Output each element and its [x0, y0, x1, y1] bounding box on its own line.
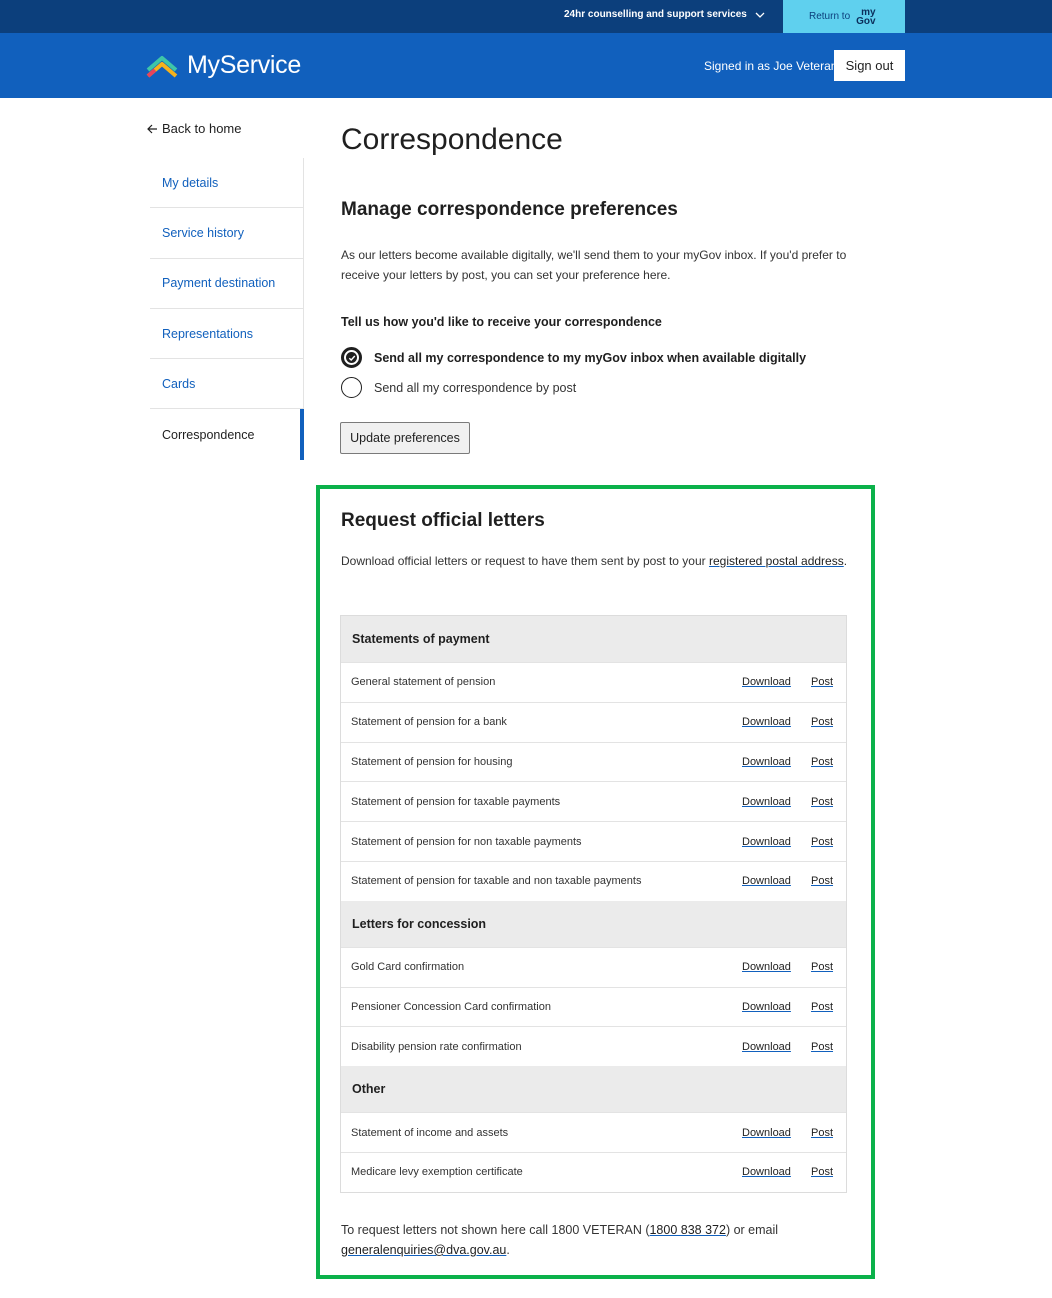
- request-letters-panel: Request official letters Download offici…: [316, 485, 875, 1279]
- table-group-header: Statements of payment: [341, 616, 846, 662]
- radio-label: Send all my correspondence by post: [374, 380, 577, 395]
- side-navigation: My details Service history Payment desti…: [150, 158, 304, 460]
- download-link[interactable]: Download: [742, 796, 791, 808]
- table-row: Statement of income and assets Download Po…: [341, 1112, 846, 1152]
- table-row: Gold Card confirmation Download Post: [341, 946, 846, 987]
- table-row: Statement of pension for taxable payment…: [341, 781, 846, 821]
- download-link[interactable]: Download: [742, 1127, 791, 1139]
- download-link[interactable]: Download: [742, 756, 791, 768]
- download-link[interactable]: Download: [742, 676, 791, 688]
- table-row: Statement of pension for non taxable pay…: [341, 821, 846, 861]
- sidebar-item-correspondence[interactable]: Correspondence: [150, 409, 304, 460]
- support-services-dropdown[interactable]: 24hr counselling and support services: [564, 9, 765, 20]
- letters-footer: To request letters not shown here call 1…: [341, 1223, 779, 1257]
- post-link[interactable]: Post: [811, 1166, 833, 1178]
- mygov-logo: my Gov: [856, 6, 876, 27]
- table-row: Statement of pension for housing Download…: [341, 741, 846, 782]
- post-link[interactable]: Post: [811, 756, 833, 768]
- post-link[interactable]: Post: [811, 676, 833, 688]
- letters-description: Download official letters or request to …: [341, 554, 848, 568]
- post-link[interactable]: Post: [811, 875, 833, 887]
- section-title: Manage correspondence preferences: [341, 199, 678, 220]
- radio-unchecked-icon: [341, 377, 362, 398]
- download-link[interactable]: Download: [742, 716, 791, 728]
- arrow-left-icon: [147, 124, 157, 133]
- page-title: Correspondence: [341, 123, 563, 156]
- update-preferences-button[interactable]: Update preferences: [340, 422, 470, 454]
- sidebar-item-my-details[interactable]: My details: [150, 158, 304, 209]
- letters-table: Statements of payment General statement o…: [340, 615, 847, 1193]
- letter-name: Medicare levy exemption certificate: [351, 1166, 523, 1179]
- table-row: Medicare levy exemption certificate Downl…: [341, 1151, 846, 1192]
- utility-bar: 24hr counselling and support services Re…: [0, 0, 1052, 33]
- preference-question: Tell us how you'd like to receive your c…: [341, 315, 662, 329]
- radio-checked-icon: [341, 347, 362, 368]
- letters-title: Request official letters: [341, 510, 545, 531]
- download-link[interactable]: Download: [742, 1166, 791, 1178]
- radio-post[interactable]: Send all my correspondence by post: [341, 377, 576, 398]
- letter-name: Statement of pension for non taxable pay…: [351, 835, 582, 848]
- letter-name: Statement of income and assets: [351, 1126, 509, 1139]
- post-link[interactable]: Post: [811, 961, 833, 973]
- back-label: Back to home: [162, 121, 242, 136]
- site-header: MyService Signed in as Joe Veteran Sign …: [0, 33, 1052, 98]
- post-link[interactable]: Post: [811, 1001, 833, 1013]
- letter-name: Gold Card confirmation: [351, 961, 465, 974]
- phone-link[interactable]: 1800 838 372: [649, 1223, 725, 1237]
- myservice-logo[interactable]: MyService: [145, 51, 301, 80]
- post-link[interactable]: Post: [811, 836, 833, 848]
- table-row: Statement of pension for a bank Download P…: [341, 701, 846, 742]
- back-to-home-link[interactable]: Back to home: [146, 121, 242, 136]
- table-group-header: Letters for concession: [341, 900, 846, 947]
- table-row: General statement of pension Download Post: [341, 662, 846, 702]
- chevron-logo-icon: [146, 55, 178, 78]
- signed-in-text: Signed in as Joe Veteran: [704, 59, 838, 73]
- download-link[interactable]: Download: [742, 875, 791, 887]
- email-link[interactable]: generalenquiries@dva.gov.au: [341, 1243, 506, 1257]
- letter-name: Disability pension rate confirmation: [351, 1040, 522, 1053]
- post-link[interactable]: Post: [811, 716, 833, 728]
- letter-name: Statement of pension for housing: [351, 755, 513, 768]
- chevron-down-icon: [755, 12, 765, 18]
- sidebar-item-service-history[interactable]: Service history: [150, 208, 304, 259]
- table-group-header: Other: [341, 1066, 846, 1113]
- return-to-mygov-button[interactable]: Return to my Gov: [783, 0, 905, 33]
- sidebar-item-payment-destination[interactable]: Payment destination: [150, 258, 304, 309]
- letter-name: Statement of pension for a bank: [351, 716, 507, 729]
- table-row: Statement of pension for taxable and non…: [341, 860, 846, 901]
- brand-name: MyService: [187, 51, 301, 79]
- table-row: Disability pension rate confirmation Down…: [341, 1026, 846, 1066]
- letter-name: Statement of pension for taxable and non…: [351, 875, 642, 888]
- download-link[interactable]: Download: [742, 1001, 791, 1013]
- intro-text: As our letters become available digitall…: [341, 248, 847, 282]
- sidebar-item-representations[interactable]: Representations: [150, 308, 304, 360]
- radio-label: Send all my correspondence to my myGov i…: [374, 350, 807, 365]
- download-link[interactable]: Download: [742, 961, 791, 973]
- registered-postal-address-link[interactable]: registered postal address: [709, 554, 844, 568]
- letter-name: General statement of pension: [351, 676, 496, 689]
- sign-out-button[interactable]: Sign out: [834, 50, 905, 81]
- support-services-label: 24hr counselling and support services: [564, 9, 747, 20]
- check-icon: [348, 355, 355, 361]
- post-link[interactable]: Post: [811, 1127, 833, 1139]
- letter-name: Statement of pension for taxable payment…: [351, 795, 561, 808]
- return-to-label: Return to: [809, 11, 851, 22]
- table-row: Pensioner Concession Card confirmation Do…: [341, 986, 846, 1027]
- letter-name: Pensioner Concession Card confirmation: [351, 1000, 551, 1013]
- radio-mygov-inbox[interactable]: Send all my correspondence to my myGov i…: [341, 347, 806, 368]
- sidebar-item-cards[interactable]: Cards: [150, 359, 304, 410]
- post-link[interactable]: Post: [811, 1041, 833, 1053]
- download-link[interactable]: Download: [742, 1041, 791, 1053]
- post-link[interactable]: Post: [811, 796, 833, 808]
- download-link[interactable]: Download: [742, 836, 791, 848]
